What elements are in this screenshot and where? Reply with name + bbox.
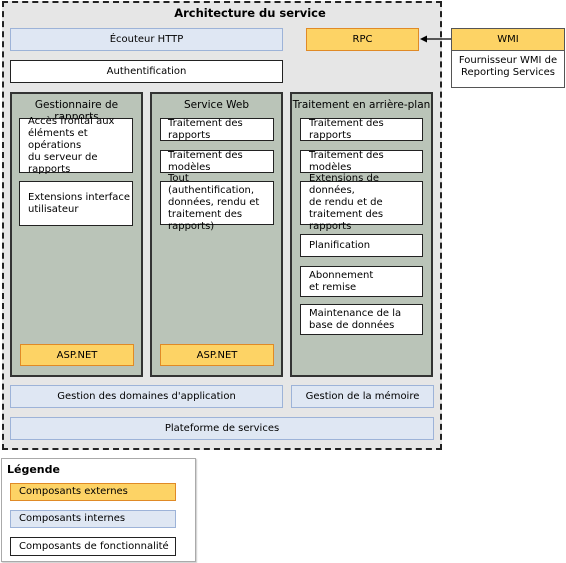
component-line: Abonnement: [309, 269, 374, 281]
component-line: du serveur de rapports: [28, 151, 98, 175]
component-line: Planification: [309, 239, 371, 251]
wmi-provider: WMI Fournisseur WMI de Reporting Service…: [451, 28, 565, 88]
component-line: de rendu et de: [309, 197, 383, 208]
component-line: et remise: [309, 281, 357, 293]
component-line: Maintenance de la: [309, 307, 402, 319]
component-line: Extensions de données,: [309, 173, 379, 196]
component-line: Tout (authentification,: [168, 173, 255, 196]
legend: Légende Composants externes Composants i…: [1, 458, 196, 562]
column-title: Traitement en arrière-plan: [292, 99, 431, 111]
arrow-head-icon: [420, 35, 427, 43]
http-listener-box: Écouteur HTTP: [10, 28, 283, 51]
component-line: traitement des rapports): [168, 209, 243, 232]
diagram-title: Architecture du service: [174, 6, 326, 20]
legend-title: Légende: [7, 463, 60, 476]
wmi-provider-line2: Reporting Services: [461, 67, 555, 78]
component-box: Maintenance de la base de données: [300, 304, 423, 335]
component-box: Traitement des rapports: [300, 118, 423, 141]
legend-external-label: Composants externes: [19, 486, 128, 497]
component-box: Traitement des modèles: [160, 150, 274, 173]
component-line: Traitement des rapports: [309, 117, 384, 141]
component-box: Extensions de données, de rendu et de tr…: [300, 173, 423, 232]
legend-internal-label: Composants internes: [19, 513, 126, 524]
legend-external: Composants externes: [10, 483, 176, 501]
wmi-provider-body: Fournisseur WMI de Reporting Services: [452, 51, 564, 87]
component-line: Extensions interface: [28, 191, 131, 203]
app-domain-management-box: Gestion des domaines d'application: [10, 385, 283, 408]
component-line: base de données: [309, 319, 395, 331]
aspnet-box: ASP.NET: [160, 344, 274, 366]
component-box: Planification: [300, 234, 423, 257]
column-title: Service Web: [183, 99, 250, 111]
legend-feature-label: Composants de fonctionnalité: [19, 540, 169, 552]
legend-internal: Composants internes: [10, 510, 176, 528]
wmi-to-rpc-arrow: [420, 35, 452, 43]
component-box: Traitement des modèles: [300, 150, 423, 173]
component-box: Accès frontal aux éléments et opérations…: [19, 115, 133, 175]
component-line: Traitement des rapports: [168, 117, 243, 141]
wmi-provider-line1: Fournisseur WMI de: [458, 55, 558, 66]
component-line: Traitement des modèles: [168, 149, 243, 173]
authentication-box: Authentification: [10, 60, 283, 83]
component-box: Traitement des rapports: [160, 118, 274, 141]
component-line: éléments et opérations: [28, 127, 88, 151]
legend-feature: Composants de fonctionnalité: [10, 537, 176, 556]
service-platform-box: Plateforme de services: [10, 417, 434, 440]
component-box: Tout (authentification, données, rendu e…: [160, 173, 274, 232]
rpc-box: RPC: [306, 28, 419, 51]
component-line: Traitement des modèles: [309, 149, 384, 173]
component-line: Accès frontal aux: [28, 115, 115, 127]
component-line: données, rendu et: [168, 197, 260, 208]
component-line: utilisateur: [28, 203, 79, 215]
component-line: traitement des rapports: [309, 209, 384, 232]
memory-management-box: Gestion de la mémoire: [291, 385, 434, 408]
component-box: Extensions interface utilisateur: [19, 181, 133, 226]
wmi-header: WMI: [452, 29, 564, 51]
component-box: Abonnement et remise: [300, 266, 423, 297]
aspnet-box: ASP.NET: [20, 344, 134, 366]
